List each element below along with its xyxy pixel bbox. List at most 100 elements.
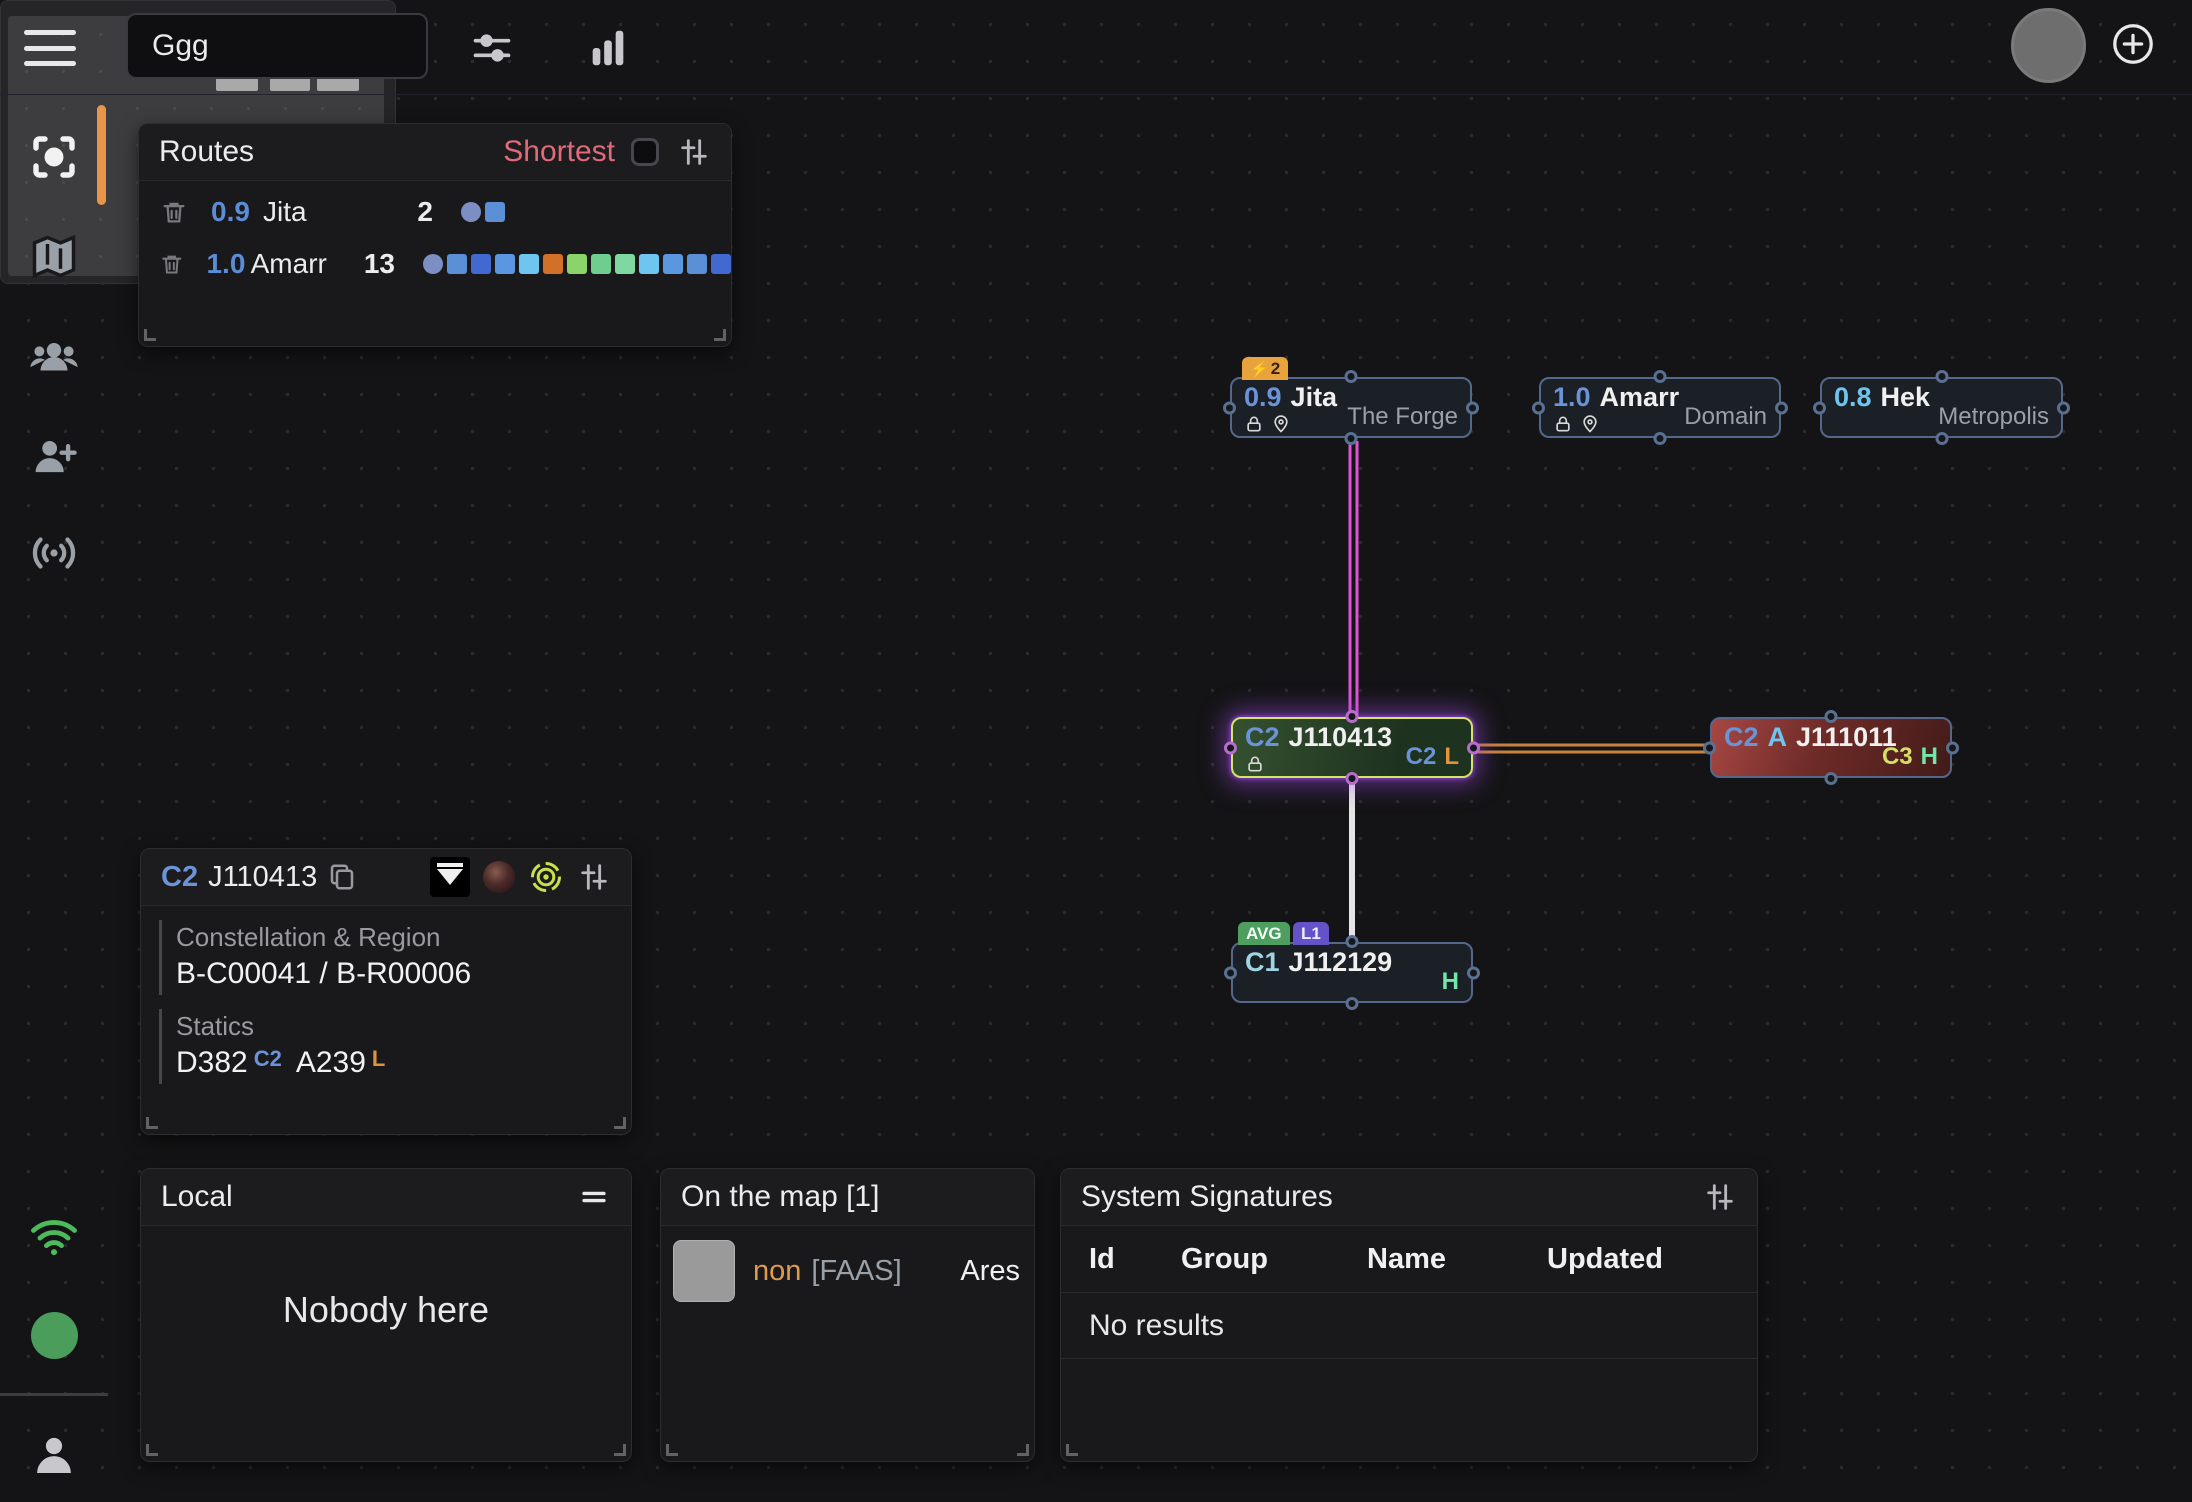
connection-handle[interactable]	[1467, 741, 1480, 754]
system-name: Jita	[1291, 382, 1338, 412]
system-node-j112129[interactable]: AVG L1 C1 J112129 H	[1231, 942, 1473, 1003]
activity-chart-icon[interactable]	[582, 22, 634, 74]
connection-handle[interactable]	[1467, 966, 1480, 979]
system-node-jita[interactable]: ⚡ 2 0.9 Jita The Forge	[1230, 377, 1472, 438]
delete-route-icon[interactable]	[159, 198, 189, 226]
route-mode-checkbox[interactable]	[631, 138, 659, 166]
column-name[interactable]: Name	[1367, 1243, 1547, 1276]
pin-icon	[1580, 414, 1600, 434]
add-button[interactable]	[2110, 21, 2156, 67]
resize-handle[interactable]	[614, 1444, 626, 1456]
column-group[interactable]: Group	[1181, 1243, 1367, 1276]
system-node-hek[interactable]: 0.8 Hek Metropolis	[1820, 377, 2063, 438]
connection-handle[interactable]	[1223, 401, 1236, 414]
wormhole-class: C1	[1245, 947, 1280, 977]
security-status: 1.0	[1553, 382, 1591, 412]
wormhole-thumbnail[interactable]	[483, 861, 515, 893]
resize-handle[interactable]	[1066, 1444, 1078, 1456]
connection-handle[interactable]	[1703, 741, 1716, 754]
connection-handle[interactable]	[1224, 741, 1237, 754]
resize-handle[interactable]	[146, 1444, 158, 1456]
sidebar-item-map[interactable]	[0, 215, 108, 299]
sidebar-item-add-character[interactable]	[0, 415, 108, 499]
sidebar-item-characters[interactable]	[0, 315, 108, 399]
scan-target-icon[interactable]	[528, 859, 564, 895]
connection-handle[interactable]	[1813, 401, 1826, 414]
menu-icon[interactable]	[24, 30, 76, 66]
statics-section: Statics D382C2A239L	[159, 1009, 631, 1084]
connection-handle[interactable]	[1532, 401, 1545, 414]
lightning-badge: ⚡ 2	[1242, 357, 1288, 380]
jump-dot	[567, 254, 587, 274]
sidebar-item-broadcast[interactable]	[0, 511, 108, 595]
region-label: The Forge	[1347, 403, 1458, 431]
connection-handle[interactable]	[1775, 401, 1788, 414]
user-avatar[interactable]	[2011, 8, 2086, 83]
jump-dot	[543, 254, 563, 274]
connection-handle[interactable]	[1345, 370, 1358, 383]
resize-handle[interactable]	[614, 1117, 626, 1129]
copy-icon[interactable]	[327, 862, 357, 892]
resize-handle[interactable]	[666, 1444, 678, 1456]
on-the-map-panel: On the map [1] non [FAAS] Ares	[660, 1168, 1035, 1462]
routes-settings-icon[interactable]	[677, 135, 711, 169]
resize-handle[interactable]	[1017, 1444, 1029, 1456]
route-row-amarr[interactable]: 1.0 Amarr 13	[159, 243, 731, 285]
connection-handle[interactable]	[1654, 370, 1667, 383]
region-label: Metropolis	[1938, 403, 2049, 431]
jump-dot	[423, 254, 443, 274]
pilot-corp-ticker: [FAAS]	[811, 1255, 901, 1288]
compact-rows-icon[interactable]	[577, 1180, 611, 1214]
system-node-j110413-selected[interactable]: C2 J110413 C2 L	[1231, 717, 1473, 778]
column-id[interactable]: Id	[1089, 1243, 1181, 1276]
left-sidebar	[0, 95, 108, 1502]
jump-dot	[615, 254, 635, 274]
resize-handle[interactable]	[144, 329, 156, 341]
connection-handle[interactable]	[1466, 401, 1479, 414]
connection-handle[interactable]	[1224, 966, 1237, 979]
connection-handle[interactable]	[1654, 432, 1667, 445]
connection-handle[interactable]	[1825, 772, 1838, 785]
static-code: D382	[176, 1046, 248, 1079]
static-class: L	[372, 1046, 385, 1071]
connection-handle[interactable]	[1346, 997, 1359, 1010]
connection-status-icon	[0, 1195, 108, 1279]
jump-dot	[663, 254, 683, 274]
info-settings-icon[interactable]	[577, 860, 611, 894]
route-mode-label[interactable]: Shortest	[503, 135, 615, 169]
column-updated[interactable]: Updated	[1547, 1243, 1663, 1276]
signatures-settings-icon[interactable]	[1703, 1180, 1737, 1214]
routes-panel: Routes Shortest 0.9 Jita 2 1.0 Amarr 13	[138, 123, 732, 347]
connection-handle[interactable]	[1346, 710, 1359, 723]
connection-handle[interactable]	[1346, 935, 1359, 948]
connection-handle[interactable]	[1935, 370, 1948, 383]
on-the-map-header: On the map [1]	[661, 1169, 1034, 1226]
connection-handle[interactable]	[1935, 432, 1948, 445]
system-name: J110413	[208, 861, 317, 894]
collapse-filter-button[interactable]	[430, 857, 470, 897]
jump-dot	[591, 254, 611, 274]
sidebar-item-focus[interactable]	[0, 115, 108, 199]
lock-icon	[1244, 414, 1264, 434]
pilot-row[interactable]: non [FAAS] Ares	[673, 1240, 1020, 1302]
connection-handle[interactable]	[1946, 741, 1959, 754]
system-name: J112129	[1289, 947, 1393, 977]
resize-handle[interactable]	[146, 1117, 158, 1129]
route-security: 1.0	[206, 248, 250, 280]
connection-handle[interactable]	[1346, 772, 1359, 785]
connection-handle[interactable]	[1345, 432, 1358, 445]
connection-handle[interactable]	[2057, 401, 2070, 414]
system-node-j111011[interactable]: C2 A J111011 C3 H	[1710, 717, 1952, 778]
resize-handle[interactable]	[714, 329, 726, 341]
system-name: J110413	[1289, 722, 1393, 752]
map-filter-icon[interactable]	[466, 22, 518, 74]
map-name-input[interactable]	[126, 13, 428, 79]
online-status-dot	[0, 1293, 108, 1377]
delete-route-icon[interactable]	[159, 250, 184, 278]
route-row-jita[interactable]: 0.9 Jita 2	[159, 191, 731, 233]
system-class: C2	[161, 861, 198, 894]
sidebar-item-profile[interactable]	[0, 1413, 108, 1497]
region-label: Domain	[1684, 403, 1767, 431]
system-node-amarr[interactable]: 1.0 Amarr Domain	[1539, 377, 1781, 438]
connection-handle[interactable]	[1825, 710, 1838, 723]
